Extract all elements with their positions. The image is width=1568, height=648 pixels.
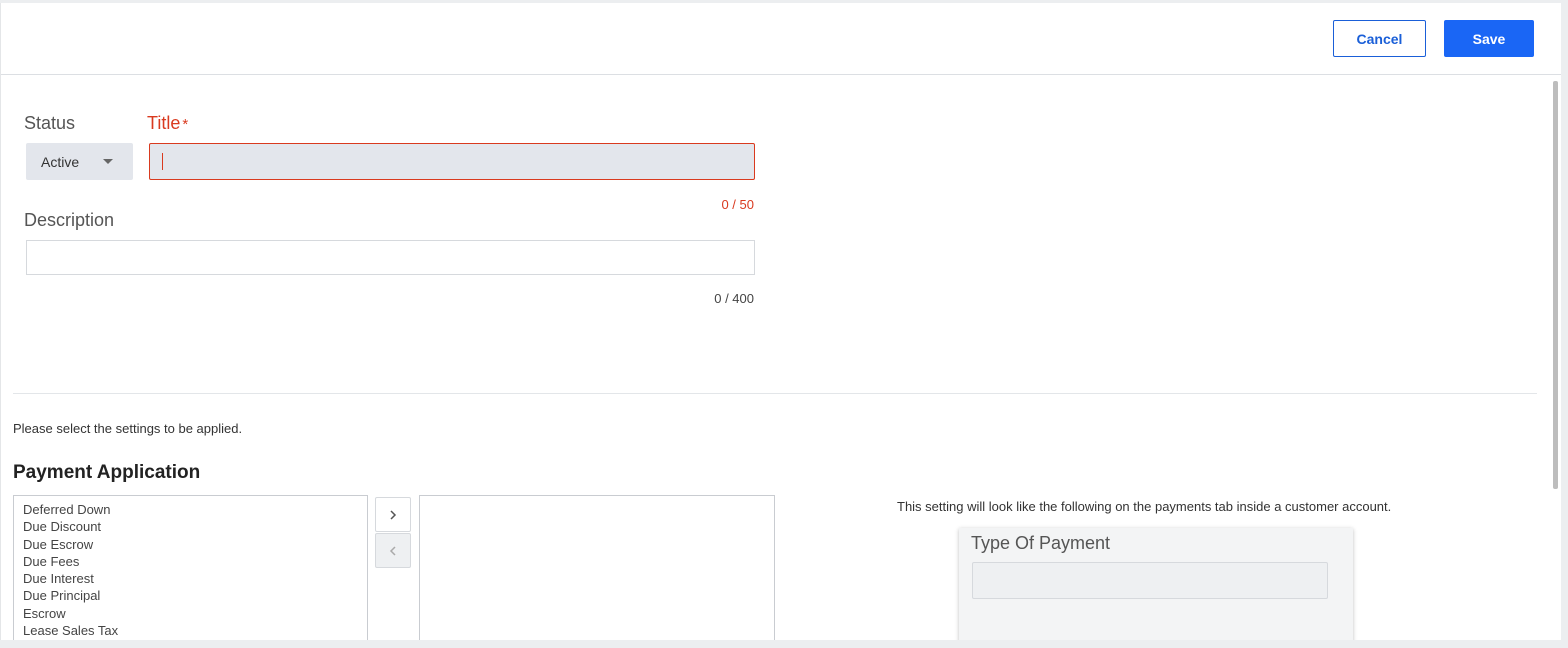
- list-item[interactable]: Due Fees: [23, 553, 367, 570]
- title-label-text: Title: [147, 113, 181, 133]
- available-items-list[interactable]: Deferred Down Due Discount Due Escrow Du…: [13, 495, 368, 640]
- list-item[interactable]: Due Interest: [23, 570, 367, 587]
- chevron-left-icon: [389, 545, 396, 556]
- settings-hint: Please select the settings to be applied…: [13, 421, 243, 436]
- status-dropdown[interactable]: Active: [26, 143, 133, 180]
- top-action-bar: Cancel Save: [1, 3, 1561, 75]
- preview-card: Type Of Payment: [959, 528, 1353, 640]
- description-input[interactable]: [26, 240, 755, 275]
- text-cursor: [162, 153, 163, 170]
- selected-items-list[interactable]: [419, 495, 775, 640]
- save-button[interactable]: Save: [1444, 20, 1534, 57]
- description-char-counter: 0 / 400: [714, 291, 754, 306]
- caret-down-icon: [103, 159, 113, 164]
- chevron-right-icon: [390, 509, 397, 520]
- move-right-button[interactable]: [375, 497, 411, 532]
- preview-field-label: Type Of Payment: [971, 533, 1111, 553]
- list-item[interactable]: Due Discount: [23, 518, 367, 535]
- cancel-button[interactable]: Cancel: [1333, 20, 1426, 57]
- list-item[interactable]: Due Principal: [23, 587, 367, 604]
- preview-note: This setting will look like the followin…: [897, 499, 1392, 514]
- list-item[interactable]: Escrow: [23, 605, 367, 622]
- list-item[interactable]: Due Escrow: [23, 536, 367, 553]
- description-label: Description: [24, 210, 115, 230]
- list-item[interactable]: Lease Sales Tax: [23, 622, 367, 639]
- title-label: Title *: [147, 113, 188, 134]
- form-window: Cancel Save Status Title * Active 0 / 50 …: [0, 3, 1561, 640]
- payment-application-heading: Payment Application: [13, 462, 201, 483]
- list-item[interactable]: Deferred Down: [23, 501, 367, 518]
- status-selected-value: Active: [41, 153, 80, 170]
- section-divider: [13, 393, 1537, 394]
- vertical-scrollbar[interactable]: [1553, 81, 1558, 489]
- title-char-counter: 0 / 50: [721, 197, 754, 212]
- status-label: Status: [24, 113, 76, 133]
- move-left-button[interactable]: [375, 533, 411, 568]
- required-marker: *: [182, 116, 189, 133]
- title-input[interactable]: [149, 143, 755, 180]
- preview-field: [972, 562, 1328, 599]
